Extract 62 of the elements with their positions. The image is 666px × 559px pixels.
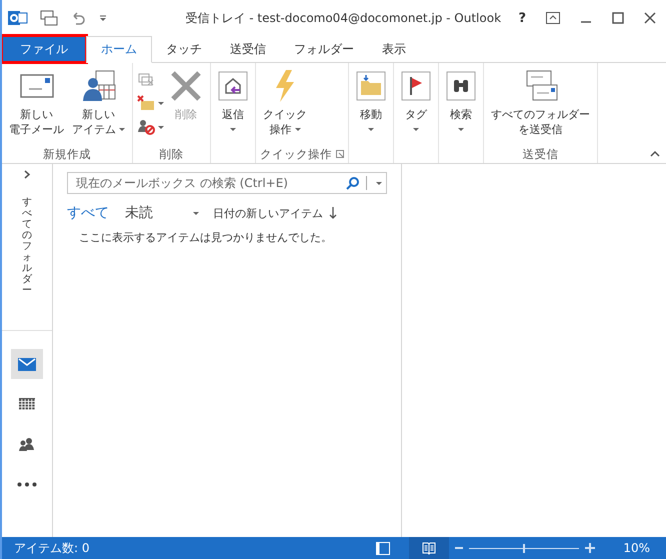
filter-tab[interactable]: 未読 bbox=[125, 204, 153, 222]
delete-x-icon bbox=[169, 69, 203, 103]
sort-button[interactable]: 日付の新しいアイテム bbox=[213, 206, 323, 220]
group-label: 新規作成 bbox=[43, 146, 91, 162]
person-calendar-icon bbox=[82, 69, 116, 103]
help-button[interactable]: ? bbox=[518, 10, 526, 26]
ribbon-button[interactable]: 新しい アイテム bbox=[69, 67, 128, 139]
ribbon-tab[interactable]: タッチ bbox=[152, 36, 216, 62]
collapse-icon[interactable] bbox=[650, 150, 660, 157]
empty-message: ここに表示するアイテムは見つかりませんでした。 bbox=[79, 230, 333, 245]
people-icon bbox=[18, 437, 36, 451]
file-tab[interactable]: ファイル bbox=[2, 36, 86, 62]
folder-pane-label[interactable]: すべてのフォルダー bbox=[22, 197, 32, 296]
small-ribbon-button[interactable] bbox=[137, 117, 164, 137]
ribbon-button[interactable]: タグ bbox=[398, 67, 434, 133]
book-icon bbox=[422, 542, 436, 554]
group-label: 送受信 bbox=[522, 146, 558, 162]
ribbon-button[interactable]: 返信 bbox=[215, 67, 251, 133]
send-receive-icon[interactable] bbox=[40, 9, 58, 27]
search-field[interactable]: 現在のメールボックス の検索 (Ctrl+E) bbox=[67, 172, 387, 194]
search-icon[interactable] bbox=[346, 176, 360, 190]
calendar-icon bbox=[19, 398, 35, 410]
ignore-icon bbox=[137, 71, 155, 87]
reply-icon bbox=[218, 69, 248, 103]
down-arrow-icon[interactable] bbox=[329, 207, 337, 219]
customize-icon[interactable] bbox=[98, 13, 108, 23]
ribbon-button[interactable]: クイック 操作 bbox=[260, 67, 310, 139]
ribbon-tab[interactable]: フォルダー bbox=[280, 36, 368, 62]
ribbon-tab[interactable]: 表示 bbox=[368, 36, 420, 62]
normal-view-icon bbox=[376, 542, 390, 554]
reading-view-button[interactable] bbox=[409, 537, 450, 559]
item-count: アイテム数: 0 bbox=[14, 540, 90, 556]
ribbon-tab[interactable]: 送受信 bbox=[216, 36, 280, 62]
small-ribbon-button[interactable] bbox=[137, 93, 164, 113]
zoom-out-icon[interactable] bbox=[455, 544, 464, 552]
ribbon-button[interactable]: 新しい 電子メール bbox=[6, 67, 67, 139]
maximize-icon[interactable] bbox=[612, 12, 624, 24]
caret-icon[interactable] bbox=[193, 212, 199, 214]
expand-icon[interactable] bbox=[24, 170, 30, 179]
envelope-icon bbox=[18, 358, 36, 370]
junk-icon bbox=[137, 119, 155, 135]
group-label: クイック操作 bbox=[260, 146, 332, 162]
launcher-icon[interactable] bbox=[336, 150, 344, 158]
slider-thumb[interactable] bbox=[523, 544, 526, 552]
cleanup-icon bbox=[137, 95, 155, 111]
filter-tab[interactable]: すべて bbox=[67, 204, 109, 222]
more-icon bbox=[17, 482, 37, 486]
caret-icon[interactable] bbox=[376, 182, 382, 184]
outlook-icon[interactable] bbox=[8, 9, 28, 27]
ribbon-button[interactable]: 移動 bbox=[353, 67, 389, 133]
zoom-in-icon[interactable] bbox=[585, 543, 596, 553]
ribbon-button[interactable]: すべてのフォルダー を送受信 bbox=[488, 67, 593, 139]
zoom-level[interactable]: 10% bbox=[601, 541, 666, 555]
ribbon-tab[interactable]: ホーム bbox=[86, 36, 152, 63]
folder-icon bbox=[356, 69, 386, 103]
group-label: 削除 bbox=[160, 146, 184, 162]
close-icon[interactable] bbox=[644, 12, 656, 24]
ribbon-display-icon[interactable] bbox=[546, 12, 560, 24]
ribbon-button[interactable]: 検索 bbox=[443, 67, 479, 133]
nav-button[interactable] bbox=[11, 349, 43, 379]
flag-icon bbox=[401, 69, 431, 103]
window-title: 受信トレイ - test-docomo04@docomonet.jp - Outlook bbox=[184, 10, 502, 26]
